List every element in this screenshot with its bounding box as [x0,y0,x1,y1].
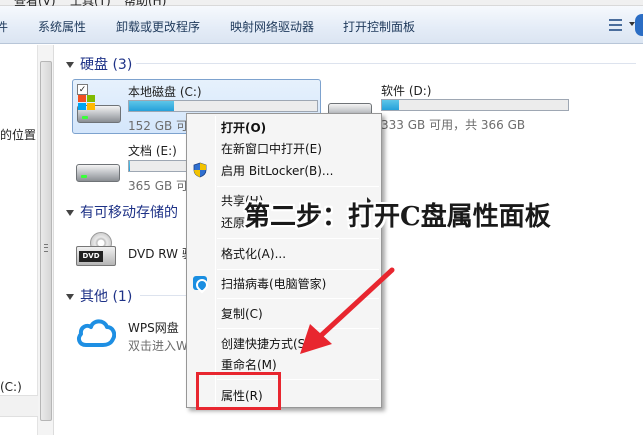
step-annotation: 第二步：打开C盘属性面板 [244,202,551,232]
drive-c-free-space: 152 GB 可 [128,119,189,133]
dvd-drive-tile[interactable]: DVD DVD RW 驱 [72,228,194,278]
view-options-icon[interactable] [607,16,625,34]
drive-e-name: 文档 (E:) [128,144,177,158]
nav-item-location[interactable]: 的位置 [0,126,36,143]
wps-cloud-name: WPS网盘 [128,321,179,335]
drive-c-usage-bar [128,100,318,112]
nav-scrollbar[interactable] [38,45,54,435]
section-header-removable[interactable]: 有可移动存储的 [66,202,178,222]
toolbar-map-network-drive[interactable]: 映射网络驱动器 [230,18,314,35]
nav-item-selected[interactable] [0,395,38,417]
dvd-drive-name: DVD RW 驱 [128,247,194,261]
toolbar-open-control-panel[interactable]: 打开控制面板 [343,18,415,35]
wps-cloud-tile[interactable]: WPS网盘 双击进入W [72,312,188,358]
hard-drive-icon [76,154,122,184]
section-divider [140,295,190,296]
nav-scrollbar-thumb[interactable] [40,61,52,421]
menu-item-copy[interactable]: 复制(C) [221,305,263,322]
help-icon[interactable] [635,14,643,36]
nav-item-drive-c[interactable]: (C:) [0,380,22,394]
menu-item-format[interactable]: 格式化(A)... [221,245,286,262]
windows-logo-icon [78,95,95,110]
toolbar-item-partial[interactable]: 件 [0,18,8,35]
uac-shield-icon [193,162,207,178]
drive-e-usage-bar [128,160,192,172]
dvd-drive-icon: DVD [76,232,118,274]
drive-e-tile[interactable]: 文档 (E:) 365 GB 可 [72,139,192,194]
command-toolbar: 件 系统属性 卸载或更改程序 映射网络驱动器 打开控制面板 [0,6,643,44]
pointer-arrow-icon [300,267,395,354]
drive-d-free-space: 333 GB 可用，共 366 GB [381,118,526,132]
drive-c-name: 本地磁盘 (C:) [128,85,202,99]
collapse-icon [66,62,74,68]
menu-item-bitlocker[interactable]: 启用 BitLocker(B)... [221,162,333,179]
navigation-pane: 的位置 (C:) [0,45,38,435]
pc-manager-icon [193,276,207,290]
context-menu: 打开(O) 在新窗口中打开(E) 启用 BitLocker(B)... 共享(H… [186,113,382,408]
wps-cloud-description: 双击进入W [128,339,188,353]
drive-d-usage-bar [381,99,569,111]
drive-d-name: 软件 (D:) [381,84,432,98]
section-header-hdd[interactable]: 硬盘 (3) [66,54,132,74]
section-divider [136,63,636,64]
menu-separator [217,186,379,187]
collapse-icon [66,210,74,216]
properties-highlight-box [196,372,281,410]
collapse-icon [66,294,74,300]
menu-separator [217,238,379,239]
cloud-icon [76,319,116,347]
menu-item-rename[interactable]: 重命名(M) [221,356,277,373]
menu-item-open-new-window[interactable]: 在新窗口中打开(E) [221,140,322,157]
toolbar-uninstall-program[interactable]: 卸载或更改程序 [116,18,200,35]
menu-item-open[interactable]: 打开(O) [221,119,266,136]
drive-e-free-space: 365 GB 可 [128,179,189,193]
section-header-other[interactable]: 其他 (1) [66,286,132,306]
toolbar-system-properties[interactable]: 系统属性 [38,18,86,35]
